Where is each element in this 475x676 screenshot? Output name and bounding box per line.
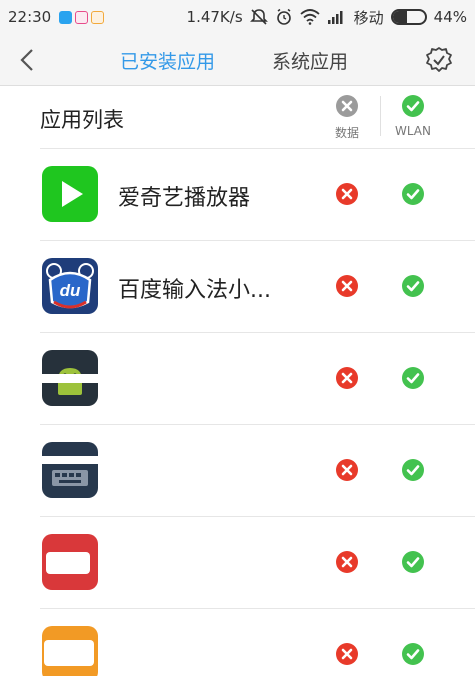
red-app-icon bbox=[42, 534, 98, 590]
redaction bbox=[46, 552, 90, 574]
signal-icon bbox=[327, 11, 343, 24]
mute-icon bbox=[249, 9, 268, 25]
divider bbox=[40, 148, 475, 149]
redaction bbox=[42, 456, 98, 464]
wifi-icon bbox=[300, 9, 320, 25]
iqiyi-icon bbox=[42, 166, 98, 222]
tab-installed-apps[interactable]: 已安装应用 bbox=[120, 47, 215, 74]
battery-icon bbox=[390, 9, 427, 25]
list-item[interactable] bbox=[0, 608, 475, 676]
app-name: 爱奇艺播放器 bbox=[118, 186, 251, 211]
video-icon bbox=[75, 10, 89, 24]
list-title: 应用列表 bbox=[40, 108, 124, 132]
divider bbox=[40, 332, 475, 333]
status-time: 22:30 bbox=[8, 8, 52, 26]
tab-system-apps[interactable]: 系统应用 bbox=[272, 47, 348, 74]
keyboard-icon bbox=[42, 442, 98, 498]
wlan-allow-icon[interactable] bbox=[401, 366, 425, 390]
wlan-allow-icon[interactable] bbox=[401, 182, 425, 206]
carrier-label: 移动 bbox=[353, 8, 384, 27]
divider bbox=[40, 424, 475, 425]
list-item[interactable] bbox=[0, 424, 475, 516]
wlan-allow-icon[interactable] bbox=[401, 550, 425, 574]
list-item[interactable]: 爱奇艺播放器 bbox=[0, 148, 475, 240]
column-data-label: 数据 bbox=[334, 126, 359, 140]
wlan-allow-icon[interactable] bbox=[401, 274, 425, 298]
svg-text:du: du bbox=[60, 281, 81, 300]
redaction bbox=[44, 640, 94, 666]
orange-app-icon bbox=[42, 626, 98, 676]
column-wlan[interactable]: WLAN bbox=[388, 94, 438, 138]
video-icon bbox=[91, 10, 105, 24]
back-arrow-icon[interactable] bbox=[14, 46, 42, 74]
android-icon bbox=[42, 350, 98, 406]
wlan-allow-icon[interactable] bbox=[401, 458, 425, 482]
app-name: 百度输入法小... bbox=[118, 278, 271, 303]
divider bbox=[40, 240, 475, 241]
divider bbox=[40, 608, 475, 609]
data-deny-icon[interactable] bbox=[335, 182, 359, 206]
data-deny-icon[interactable] bbox=[335, 642, 359, 666]
column-divider bbox=[380, 96, 381, 136]
redaction bbox=[42, 374, 98, 383]
wlan-allow-icon[interactable] bbox=[401, 642, 425, 666]
divider bbox=[40, 516, 475, 517]
data-deny-icon[interactable] bbox=[335, 458, 359, 482]
list-item[interactable]: du 百度输入法小... bbox=[0, 240, 475, 332]
data-deny-icon[interactable] bbox=[335, 550, 359, 574]
gear-check-icon[interactable] bbox=[424, 45, 454, 75]
column-data[interactable]: 数据 bbox=[330, 94, 364, 141]
notification-icons bbox=[59, 10, 105, 24]
alarm-icon bbox=[276, 8, 291, 25]
baidu-ime-icon: du bbox=[42, 258, 98, 314]
status-bar: 22:30 1.47K/s 移动 44% bbox=[0, 0, 475, 34]
data-deny-icon[interactable] bbox=[335, 366, 359, 390]
network-speed: 1.47K/s bbox=[186, 8, 243, 26]
tab-header: 已安装应用 系统应用 bbox=[0, 34, 475, 86]
data-deny-icon[interactable] bbox=[335, 274, 359, 298]
column-wlan-label: WLAN bbox=[394, 124, 431, 138]
list-item[interactable] bbox=[0, 332, 475, 424]
notification-icon bbox=[59, 10, 73, 24]
app-list-header: 应用列表 数据 WLAN bbox=[0, 86, 475, 148]
battery-percent: 44% bbox=[433, 8, 467, 26]
allow-all-wlan-icon[interactable] bbox=[401, 94, 425, 118]
deny-all-data-icon[interactable] bbox=[335, 94, 359, 118]
list-item[interactable] bbox=[0, 516, 475, 608]
